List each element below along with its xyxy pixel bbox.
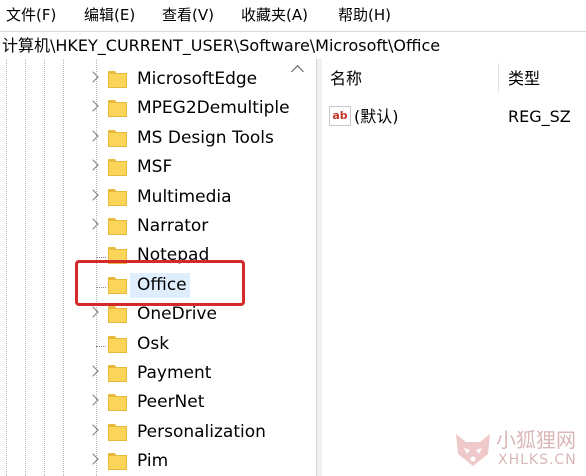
menu-file[interactable]: 文件(F) [6,4,56,26]
string-value-icon: ab [329,106,351,126]
chevron-right-icon[interactable] [87,71,99,83]
folder-body [108,190,127,206]
tree-item-label: Personalization [137,421,266,442]
watermark-domain: XHLKS.CN [498,452,577,468]
folder-icon [108,71,127,88]
folder-icon [108,188,127,206]
registry-tree: MicrosoftEdge MPEG2Demultiple MS Design To… [0,59,316,476]
folder-body [108,161,127,177]
chevron-right-icon[interactable] [87,394,99,407]
fox-logo-icon [456,434,490,466]
folder-body [108,73,127,88]
tree-item-ms-design-tools[interactable]: MS Design Tools [0,124,316,153]
column-separator[interactable] [498,63,499,93]
value-name: (默认) [354,107,399,126]
tree-connector [96,257,106,259]
folder-icon [108,306,127,324]
folder-icon [108,159,127,177]
chevron-right-icon[interactable] [87,365,99,377]
values-pane: 名称 类型 ab (默认) REG_SZ [322,59,586,476]
tree-item-label: Narrator [137,216,209,236]
tree-connector [96,345,106,347]
chevron-right-icon[interactable] [87,188,99,201]
folder-body [108,425,127,441]
folder-body [108,102,127,118]
chevron-right-icon[interactable] [87,100,99,113]
tree-item-mpeg2demultiple[interactable]: MPEG2Demultiple [0,94,316,123]
tree-item-microsoftedge[interactable]: MicrosoftEdge [0,65,316,94]
tree-item-label: PeerNet [137,392,205,413]
folder-body [108,455,127,471]
tree-item-label: Osk [137,333,170,354]
folder-body [108,131,127,147]
tree-item-label: Payment [137,363,212,383]
menu-bar: 文件(F) 编辑(E) 查看(V) 收藏夹(A) 帮助(H) [0,0,586,30]
folder-icon [108,365,127,382]
menu-help[interactable]: 帮助(H) [338,4,391,26]
column-header-name[interactable]: 名称 [330,59,362,99]
folder-body [108,337,127,353]
tree-item-label: MSF [137,157,173,178]
address-bar[interactable]: 计算机\HKEY_CURRENT_USER\Software\Microsoft… [0,31,586,60]
folder-icon [108,335,127,353]
tree-item-osk[interactable]: Osk [0,330,316,359]
folder-body [108,396,127,412]
tree-item-label: MicrosoftEdge [137,69,258,89]
tree-item-payment[interactable]: Payment [0,359,316,388]
tree-item-personalization[interactable]: Personalization [0,418,316,447]
value-type: REG_SZ [508,107,571,126]
office-highlight-box [75,260,245,306]
tree-item-pim[interactable]: Pim [0,447,316,476]
tree-item-label: MPEG2Demultiple [137,98,290,119]
folder-icon [108,394,127,412]
value-row-default[interactable]: ab (默认) REG_SZ [322,101,586,133]
watermark-text: 小狐狸网 [496,428,576,452]
tree-item-label: MS Design Tools [137,127,274,148]
folder-icon [108,129,127,147]
menu-favorites[interactable]: 收藏夹(A) [241,4,308,26]
chevron-right-icon[interactable] [87,159,99,171]
chevron-right-icon[interactable] [87,130,99,142]
chevron-right-icon[interactable] [87,453,99,465]
folder-icon [108,453,127,471]
tree-item-multimedia[interactable]: Multimedia [0,183,316,212]
chevron-right-icon[interactable] [87,424,99,436]
tree-item-msf[interactable]: MSF [0,153,316,182]
tree-item-narrator[interactable]: Narrator [0,212,316,241]
chevron-right-icon[interactable] [87,218,99,230]
tree-item-peernet[interactable]: PeerNet [0,388,316,417]
tree-item-label: Pim [137,451,169,472]
folder-icon [108,218,127,235]
folder-body [108,367,127,382]
watermark: 小狐狸网 XHLKS.CN [448,420,586,476]
tree-item-label: Multimedia [137,186,232,207]
folder-body [108,220,127,235]
chevron-right-icon[interactable] [87,306,99,318]
address-path: 计算机\HKEY_CURRENT_USER\Software\Microsoft… [2,36,441,55]
menu-edit[interactable]: 编辑(E) [84,4,135,26]
folder-body [108,308,127,324]
column-header-type[interactable]: 类型 [508,59,540,99]
folder-icon [108,423,127,441]
folder-icon [108,100,127,118]
menu-view[interactable]: 查看(V) [162,4,214,26]
